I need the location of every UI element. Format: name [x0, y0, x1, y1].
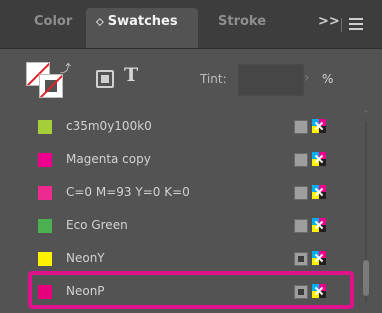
process-type-icon: [294, 219, 308, 233]
swatch-row[interactable]: c35m0y100k0: [24, 110, 356, 142]
process-type-icon: [294, 153, 308, 167]
swatch-row[interactable]: NeonY: [24, 242, 356, 274]
spot-type-icon: [294, 252, 308, 266]
process-type-icon: [294, 120, 308, 134]
swatch-row[interactable]: Magenta copy: [24, 143, 356, 175]
swatch-name: Magenta copy: [66, 152, 151, 166]
tint-unit: %: [322, 72, 334, 86]
cmyk-mode-icon: [312, 152, 326, 166]
panel-grip-icon: ⬦: [96, 15, 104, 28]
swatch-name: c35m0y100k0: [66, 119, 152, 133]
tab-color[interactable]: Color: [34, 14, 72, 29]
swatch-color-chip: [38, 153, 52, 167]
overflow-tabs-button[interactable]: >>: [318, 14, 340, 29]
tint-input[interactable]: [238, 64, 304, 96]
tab-swatches-label: Swatches: [107, 14, 178, 29]
tint-slider-arrow-icon[interactable]: ›: [304, 70, 310, 86]
cmyk-mode-icon: [312, 119, 326, 133]
cmyk-mode-icon: [312, 251, 326, 265]
selection-highlight-box: [28, 271, 354, 309]
panel-menu-icon[interactable]: [349, 17, 363, 31]
swatch-color-chip: [38, 186, 52, 200]
cmyk-mode-icon: [312, 218, 326, 232]
swap-fill-stroke-icon[interactable]: ⤴: [60, 60, 71, 76]
swatch-name: Eco Green: [66, 218, 128, 232]
fill-stroke-proxy[interactable]: ⤴: [26, 62, 71, 100]
tint-label: Tint:: [200, 72, 227, 86]
scrollbar-thumb[interactable]: [363, 260, 369, 296]
swatch-name: NeonY: [66, 251, 105, 265]
tab-swatches[interactable]: ⬦ Swatches: [86, 8, 198, 48]
formatting-affects-container-icon[interactable]: [96, 70, 114, 88]
tab-stroke[interactable]: Stroke: [218, 14, 266, 29]
swatch-name: C=0 M=93 Y=0 K=0: [66, 185, 190, 199]
panel-tab-bar: Color ⬦ Swatches Stroke >>: [0, 0, 382, 49]
swatch-row[interactable]: C=0 M=93 Y=0 K=0: [24, 176, 356, 208]
scroll-up-icon[interactable]: ⌃: [362, 110, 370, 120]
cmyk-mode-icon: [312, 185, 326, 199]
formatting-affects-text-icon[interactable]: T: [124, 64, 138, 86]
swatch-color-chip: [38, 120, 52, 134]
stroke-swatch-icon[interactable]: [39, 74, 63, 98]
swatch-color-chip: [38, 219, 52, 233]
swatch-row[interactable]: Eco Green: [24, 209, 356, 241]
vertical-scrollbar[interactable]: ⌃: [360, 110, 372, 308]
process-type-icon: [294, 186, 308, 200]
tab-divider: [341, 18, 342, 32]
swatch-color-chip: [38, 252, 52, 266]
